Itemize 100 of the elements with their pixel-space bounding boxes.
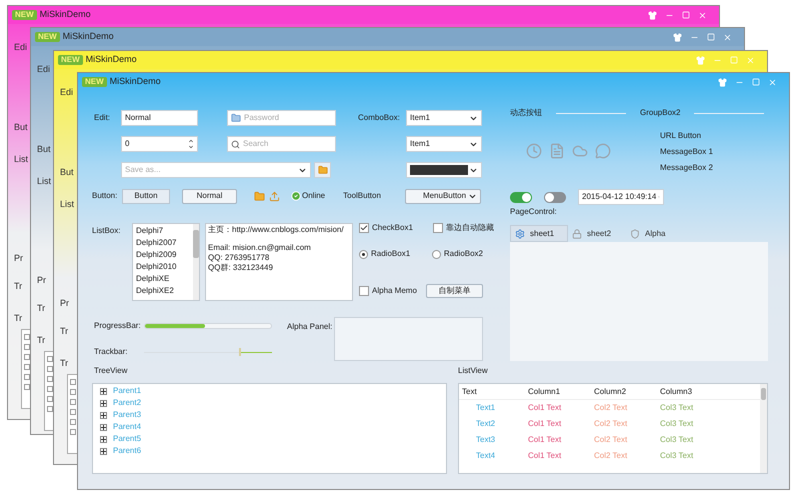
window-title: MiSkinDemo (62, 30, 114, 44)
list-item[interactable]: Delphi7 (136, 225, 176, 237)
new-badge: NEW (35, 32, 60, 42)
field-label: ProgressBar: (93, 320, 142, 332)
clock-icon[interactable] (526, 143, 542, 159)
new-badge: NEW (82, 77, 107, 87)
column-header[interactable]: Column3 (657, 386, 723, 398)
radio-button[interactable] (432, 250, 441, 258)
cloud-icon[interactable] (572, 143, 588, 159)
table-cell-text: Col2 Text (593, 418, 628, 430)
toggle-switch[interactable] (510, 192, 532, 202)
checkbox[interactable] (359, 286, 369, 296)
upload-icon[interactable] (269, 190, 280, 202)
list-item[interactable]: Delphi2007 (136, 237, 176, 249)
list-item[interactable]: Delphi2010 (136, 261, 176, 273)
column-header[interactable]: Text (459, 386, 525, 398)
status-text: Online (302, 190, 326, 202)
maximize-icon[interactable] (682, 11, 690, 19)
maximize-icon[interactable] (752, 78, 760, 86)
shield-icon (630, 228, 640, 238)
table-cell-text: Text4 (475, 450, 496, 462)
checkbox[interactable] (432, 223, 443, 233)
close-icon[interactable] (698, 10, 707, 20)
tab[interactable]: sheet1 (510, 225, 568, 242)
folder-icon (231, 113, 241, 123)
field-label: Tr (14, 280, 22, 292)
new-badge: NEW (58, 55, 83, 65)
group-title: TreeView (93, 365, 128, 377)
color-combo-box[interactable] (406, 162, 482, 178)
close-icon[interactable] (768, 78, 777, 86)
table-cell-text: Col3 Text (659, 418, 694, 430)
tab[interactable]: sheet2 (568, 225, 626, 242)
memo-text: QQ: 2763951778 (208, 253, 270, 263)
tab[interactable]: Alpha (626, 225, 684, 242)
checkbox[interactable] (359, 223, 369, 233)
maximize-icon[interactable] (707, 33, 715, 41)
folder-icon[interactable] (254, 190, 265, 202)
list-item[interactable]: DelphiXE (136, 273, 176, 285)
text-field[interactable]: Normal (121, 110, 198, 126)
field-label: ComboBox: (358, 112, 401, 124)
table-cell-text: Col2 Text (593, 402, 628, 414)
spin-field[interactable]: 0 (121, 136, 198, 152)
field-label: Button: (92, 190, 118, 202)
window-title: MiSkinDemo (110, 75, 161, 88)
field-label: ListBox: (92, 225, 122, 237)
scrollbar[interactable] (760, 384, 767, 473)
table-cell-text: Col3 Text (659, 434, 694, 446)
field-label: Tr (14, 312, 22, 324)
scrollbar[interactable] (193, 224, 199, 300)
tool-button[interactable]: ToolButton (343, 190, 381, 202)
field-label: Tr (37, 302, 46, 314)
search-icon (231, 140, 240, 148)
skin-icon[interactable] (718, 78, 727, 86)
trackbar[interactable] (144, 348, 272, 356)
radio-label: RadioBox1 (371, 248, 410, 260)
table-cell-text: Col1 Text (527, 402, 562, 414)
custom-menu-button[interactable]: 自制菜单 (426, 284, 483, 298)
combo-box[interactable]: Item1 (406, 136, 482, 152)
column-header[interactable]: Column1 (525, 386, 591, 398)
push-button[interactable]: Button (122, 188, 170, 204)
checkbox-label: 靠边自动隐藏 (446, 222, 494, 234)
field-label: Trackbar: (93, 346, 128, 358)
toggle-switch[interactable] (544, 192, 566, 202)
folder-icon (318, 165, 328, 175)
radio-button[interactable] (359, 250, 368, 258)
push-button[interactable]: Normal (182, 188, 237, 204)
field-label: Tr (60, 325, 68, 337)
link-button[interactable]: MessageBox 1 (660, 144, 713, 160)
folder-button[interactable] (314, 162, 331, 178)
check-circle-icon (291, 191, 301, 201)
window-title: MiSkinDemo (40, 8, 91, 22)
chat-icon[interactable] (595, 143, 611, 159)
column-header[interactable]: Column2 (591, 386, 657, 398)
memo-box[interactable]: 主页：http://www.cnblogs.com/mision/ Email: mision.cn@gmail.com QQ: 2763951778 QQ群: 332123449 (205, 223, 353, 301)
field-label: Alpha Panel: (287, 321, 334, 333)
field-label: Pr (60, 297, 69, 309)
skin-icon[interactable] (648, 10, 657, 20)
list-item[interactable]: DelphiXE2 (136, 285, 176, 297)
trackbar-thumb[interactable] (238, 348, 241, 356)
link-button[interactable]: MessageBox 2 (660, 160, 713, 176)
field-label: Pr (14, 252, 23, 264)
table-cell-text: Col1 Text (527, 418, 562, 430)
link-button[interactable]: URL Button (660, 128, 713, 144)
menu-button[interactable]: MenuButton (404, 188, 481, 204)
document-icon[interactable] (549, 143, 565, 159)
memo-text: QQ群: 332123449 (208, 263, 274, 273)
datetime-field[interactable]: 2015-04-12 10:49:14 (578, 189, 664, 205)
skin-icon[interactable] (673, 32, 682, 42)
group-title: 动态按钮 (510, 107, 542, 119)
field-label: Edi (14, 41, 28, 53)
memo-text: 主页：http://www.cnblogs.com/mision/ (208, 225, 345, 235)
new-badge: NEW (12, 10, 37, 20)
list-item[interactable]: Delphi2009 (136, 249, 176, 261)
window-title: MiSkinDemo (86, 53, 137, 66)
close-icon[interactable] (723, 32, 732, 42)
table-cell-text: Col2 Text (593, 434, 628, 446)
field-label: Edi (37, 63, 50, 75)
table-cell-text: Col3 Text (659, 402, 694, 414)
combo-box[interactable]: Item1 (406, 110, 482, 126)
checkbox-label: Alpha Memo (372, 285, 417, 297)
